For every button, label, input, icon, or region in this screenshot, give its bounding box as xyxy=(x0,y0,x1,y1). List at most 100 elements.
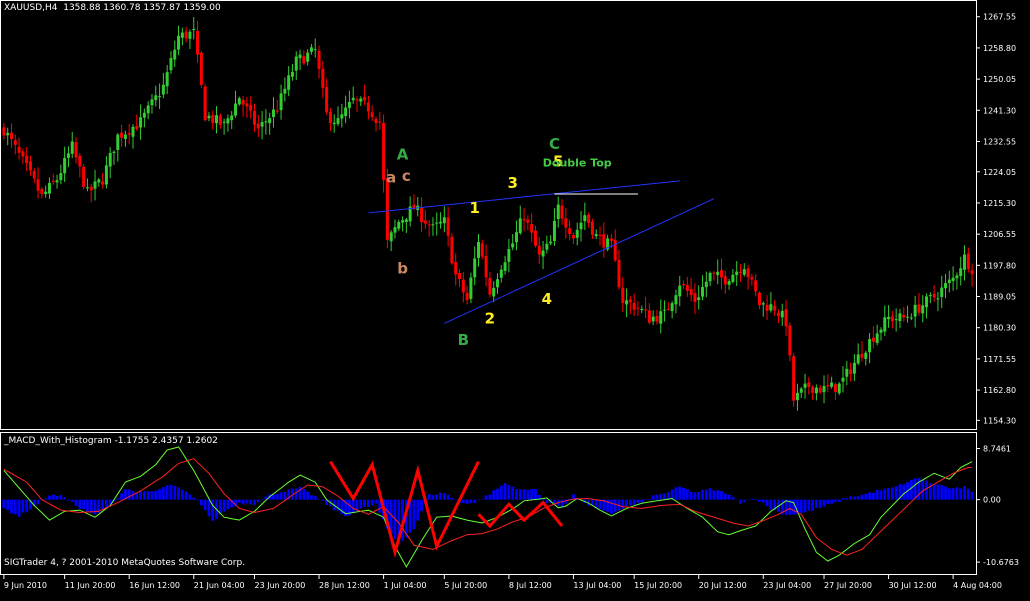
histogram-bar xyxy=(727,494,731,500)
histogram-bar xyxy=(678,486,682,500)
candle-body xyxy=(97,179,101,183)
histogram-bar xyxy=(44,498,48,500)
candle-body xyxy=(309,47,313,52)
wave-label-9: C xyxy=(549,135,560,153)
histogram-bar xyxy=(716,490,720,500)
candle-body xyxy=(340,114,344,119)
candle-body xyxy=(347,101,351,108)
histogram-bar xyxy=(598,499,602,510)
macd-y-tick-label: -10.6763 xyxy=(983,558,1019,567)
histogram-bar xyxy=(932,484,936,500)
histogram-bar xyxy=(754,499,758,500)
candle-body xyxy=(754,280,758,292)
histogram-bar xyxy=(868,492,871,500)
candle-body xyxy=(25,155,29,164)
histogram-bar xyxy=(522,489,526,500)
trading-chart[interactable]: 1267.55 1258.80 1250.05 1241.30 1232.55 1224.… xyxy=(0,0,1030,597)
candle-body xyxy=(727,281,731,285)
candle-body xyxy=(51,181,55,183)
histogram-bar xyxy=(366,499,370,507)
y-tick-label: 1180.30 xyxy=(983,324,1016,333)
histogram-bar xyxy=(951,488,955,500)
histogram-bar xyxy=(283,491,287,500)
candle-body xyxy=(602,234,606,248)
candle-body xyxy=(256,123,260,129)
candle-body xyxy=(784,309,788,327)
candle-body xyxy=(104,165,108,185)
x-tick-label: 23 Jun 20:00 xyxy=(254,581,305,590)
macd-y-tick-label: 8.7461 xyxy=(983,445,1011,454)
histogram-bar xyxy=(902,484,906,500)
candle-body xyxy=(537,245,541,255)
candle-body xyxy=(530,223,534,233)
candle-body xyxy=(359,98,363,102)
wave-label-4: B xyxy=(458,331,469,349)
candle-body xyxy=(769,304,773,311)
histogram-bar xyxy=(317,499,321,500)
histogram-bar xyxy=(161,487,165,500)
histogram-bar xyxy=(439,492,442,500)
candle-body xyxy=(222,121,226,123)
candle-body xyxy=(921,305,925,314)
candle-body xyxy=(647,310,651,323)
histogram-bar xyxy=(940,485,944,500)
candle-body xyxy=(283,88,287,94)
candle-body xyxy=(765,304,769,311)
candle-body xyxy=(716,271,720,276)
histogram-bar xyxy=(237,499,241,503)
histogram-bar xyxy=(921,479,925,500)
candle-body xyxy=(332,122,336,125)
candle-body xyxy=(6,132,10,136)
candle-body xyxy=(818,387,822,393)
candle-body xyxy=(142,112,146,118)
histogram-bar xyxy=(822,499,826,507)
candle-body xyxy=(860,353,864,358)
x-tick-label: 23 Jul 04:00 xyxy=(763,581,811,590)
macd-y-tick-label: 0.00 xyxy=(983,496,1001,505)
candle-body xyxy=(545,243,549,250)
candle-body xyxy=(909,317,913,319)
candle-body xyxy=(704,281,708,288)
candle-body xyxy=(594,234,598,237)
y-tick-label: 1215.30 xyxy=(983,199,1016,208)
histogram-bar xyxy=(746,499,750,501)
candle-body xyxy=(85,187,89,189)
candle-body xyxy=(234,103,238,116)
y-tick-label: 1258.80 xyxy=(983,44,1016,53)
histogram-bar xyxy=(158,489,161,500)
candle-body xyxy=(480,243,484,257)
candle-body xyxy=(792,356,796,401)
candle-body xyxy=(431,224,435,226)
candle-body xyxy=(351,97,355,101)
histogram-bar xyxy=(173,485,177,500)
histogram-bar xyxy=(55,496,59,500)
candle-body xyxy=(549,241,553,244)
candle-body xyxy=(370,112,374,118)
candle-body xyxy=(693,293,697,303)
candle-body xyxy=(344,107,348,117)
candle-body xyxy=(526,219,530,223)
candle-body xyxy=(845,368,849,377)
candle-body xyxy=(294,56,298,71)
candle-body xyxy=(328,111,332,123)
histogram-bar xyxy=(25,499,29,513)
candle-body xyxy=(446,217,450,236)
histogram-bar xyxy=(742,499,746,503)
y-tick-label: 1171.55 xyxy=(983,355,1016,364)
histogram-bar xyxy=(970,491,974,500)
histogram-bar xyxy=(803,499,807,513)
candle-body xyxy=(108,152,112,167)
histogram-bar xyxy=(454,499,458,501)
candle-body xyxy=(279,93,283,111)
candle-body xyxy=(252,110,256,125)
wave-label-8: 4 xyxy=(542,290,552,308)
histogram-bar xyxy=(154,490,158,500)
histogram-bar xyxy=(720,491,723,500)
candle-body xyxy=(621,287,625,303)
candle-body xyxy=(17,146,21,153)
candle-body xyxy=(560,205,564,219)
histogram-bar xyxy=(412,499,416,530)
histogram-bar xyxy=(663,493,666,500)
histogram-bar xyxy=(507,485,511,500)
x-tick-label: 16 Jun 12:00 xyxy=(129,581,180,590)
